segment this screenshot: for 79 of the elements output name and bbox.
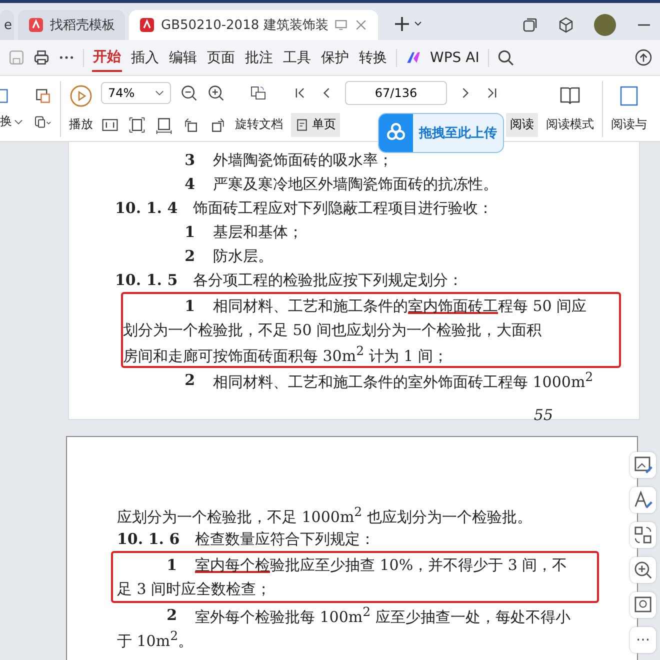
zoom-in-icon[interactable] — [630, 557, 656, 583]
wps-ai-button[interactable]: WPS AI — [430, 46, 480, 70]
clause-number: 2 — [166, 606, 178, 624]
menu-tab[interactable]: 编辑 — [168, 44, 198, 70]
menu-tab[interactable]: 插入 — [130, 44, 160, 70]
text-line: 划分为一个检验批，不足 50 间也应划分为一个检验批，大面积 — [123, 320, 542, 340]
play-icon — [69, 84, 93, 108]
windows-icon[interactable] — [522, 17, 538, 33]
text-line: 于 10m$^{2}$。 — [117, 628, 194, 650]
text-line: 防水层。 — [213, 246, 273, 266]
document-tab[interactable]: GB50210-2018 建筑装饰装 — [129, 10, 378, 40]
rotate-left-icon[interactable] — [182, 116, 200, 134]
text-line: 严寒及寒冷地区外墙陶瓷饰面砖的抗冻性。 — [213, 174, 498, 194]
clause-number: 3 — [184, 151, 196, 169]
document-icon — [28, 17, 44, 33]
menu-tab[interactable]: 转换 — [358, 44, 388, 70]
zoom-out-icon[interactable] — [180, 84, 198, 102]
text-line: 基层和基体； — [213, 222, 303, 242]
menu-tab[interactable]: 批注 — [244, 44, 274, 70]
screenshot-icon[interactable] — [630, 592, 656, 618]
clause-number: 1 — [184, 297, 196, 315]
menu-tab[interactable]: 工具 — [282, 44, 312, 70]
clause-number: 1 — [184, 223, 196, 241]
text-edit-icon[interactable] — [630, 487, 656, 513]
zoom-dropdown[interactable]: 74% — [101, 82, 171, 104]
read-with-button[interactable]: 阅读与 — [611, 84, 647, 133]
single-page-button[interactable]: 单页 — [291, 112, 340, 136]
menu-tab[interactable]: 开始 — [92, 44, 122, 72]
avatar[interactable] — [594, 14, 616, 36]
ai-logo-icon — [405, 49, 422, 66]
image-edit-icon[interactable] — [630, 452, 656, 478]
close-icon[interactable] — [354, 18, 368, 32]
print-icon[interactable] — [33, 49, 50, 66]
document-tab[interactable]: e — [0, 10, 14, 40]
caret-icon[interactable] — [14, 118, 23, 124]
clause-number: 2 — [184, 247, 196, 265]
more-button[interactable]: ⋯ — [630, 627, 656, 653]
text-line: 房间和走廊可按饰面砖面积每 30m$^{2}$ 计为 1 间； — [123, 342, 448, 366]
rotate-document-icon[interactable] — [250, 84, 268, 102]
clause-number: 2 — [184, 371, 196, 389]
page-icon — [295, 118, 309, 132]
convert-label[interactable]: 换 — [0, 113, 12, 130]
text-line: 室外每个检验批每 100m$^{2}$ 应至少抽查一处，每处不得小 — [195, 604, 570, 626]
clause-number: 10. 1. 6 — [117, 530, 181, 548]
text-line: 相同材料、工艺和施工条件的室外饰面砖工程每 1000m$^{2}$ — [213, 368, 594, 392]
text-line: 检查数量应符合下列规定： — [195, 530, 375, 548]
read-button[interactable]: 阅读 — [506, 112, 538, 136]
clause-number: 10. 1. 4 — [115, 199, 179, 217]
text-line: 应划分为一个检验批，不足 1000m$^{2}$ 也应划分为一个检验批。 — [117, 504, 532, 526]
clause-number: 10. 1. 5 — [115, 271, 179, 289]
monitor-icon[interactable] — [334, 18, 348, 32]
new-tab-icon[interactable] — [394, 16, 422, 32]
cube-icon[interactable] — [558, 17, 574, 33]
search-icon[interactable] — [497, 49, 514, 66]
fit-page-icon[interactable] — [128, 116, 146, 134]
image-edit-icon[interactable] — [34, 86, 52, 104]
text-line: 相同材料、工艺和施工条件的室内饰面砖工程每 50 间应 — [213, 296, 587, 316]
zoom-in-icon[interactable] — [207, 84, 225, 102]
clause-number: 1 — [166, 556, 178, 574]
caret-icon — [155, 90, 164, 96]
page-number: 55 — [532, 406, 554, 424]
rotate-right-icon[interactable] — [209, 116, 227, 134]
text-line: 各分项工程的检验批应按下列规定划分： — [193, 270, 463, 290]
cloud-upload-icon[interactable] — [635, 49, 652, 66]
upload-drop-bubble[interactable]: 拖拽至此上传 — [378, 113, 504, 153]
play-button[interactable]: 播放 — [69, 84, 93, 133]
fit-width-icon[interactable] — [155, 116, 173, 134]
clause-number: 4 — [184, 175, 196, 193]
text-line: 外墙陶瓷饰面砖的吸水率； — [213, 150, 393, 170]
text-line: 室内每个检验批应至少抽查 10%，并不得少于 3 间，不 — [195, 556, 568, 574]
text-line: 饰面砖工程应对下列隐蔽工程项目进行验收： — [193, 198, 493, 218]
reading-mode-button[interactable]: 阅读模式 — [546, 84, 594, 133]
rotate-document-label[interactable]: 旋转文档 — [235, 116, 283, 133]
menu-tab[interactable]: 页面 — [206, 44, 236, 70]
page-number-field[interactable]: 67/136 — [345, 80, 447, 104]
document-icon — [139, 17, 155, 33]
menu-tab[interactable]: 保护 — [320, 44, 350, 70]
document-tab[interactable]: 找稻壳模板 — [18, 10, 125, 40]
text-line: 足 3 间时应全数检查； — [117, 580, 272, 598]
